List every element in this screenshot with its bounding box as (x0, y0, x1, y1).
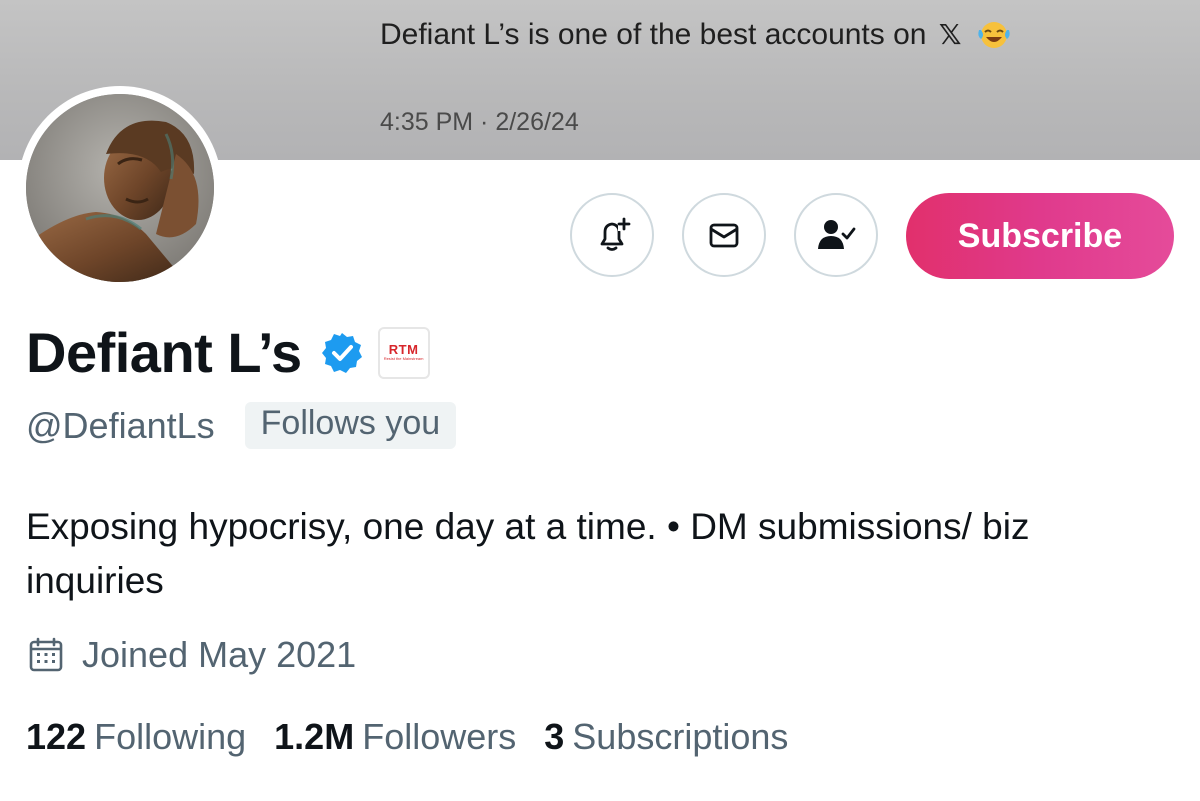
username-handle: @DefiantLs (26, 404, 215, 446)
avatar[interactable] (18, 86, 222, 290)
following-count: 122 (26, 716, 87, 757)
following-label: Following (94, 716, 247, 757)
statue-portrait-icon (26, 94, 214, 282)
banner-timestamp: 4:35 PM · 2/26/24 (380, 108, 579, 136)
name-row: Defiant L’s RTM Resist the Mainstream (26, 320, 430, 385)
message-button[interactable] (682, 193, 766, 277)
joined-date-row: Joined May 2021 (26, 634, 356, 676)
avatar-image (26, 94, 214, 282)
followers-link[interactable]: 1.2M Followers (274, 716, 516, 758)
followers-count: 1.2M (274, 716, 355, 757)
subscribe-button[interactable]: Subscribe (906, 193, 1174, 279)
profile-bio: Exposing hypocrisy, one day at a time. •… (26, 506, 1030, 601)
affiliate-badge-label: RTM (388, 342, 419, 357)
notifications-button[interactable] (570, 193, 654, 277)
handle-row: @DefiantLs Follows you (26, 402, 457, 449)
banner-tweet-text: Defiant L’s is one of the best accounts … (380, 18, 1012, 52)
subscriptions-link[interactable]: 3 Subscriptions (544, 716, 788, 758)
following-link[interactable]: 122 Following (26, 716, 246, 758)
subscriptions-count: 3 (544, 716, 565, 757)
calendar-icon (29, 637, 63, 672)
verified-badge-icon[interactable] (320, 331, 364, 375)
laughing-tears-emoji-icon (978, 22, 1010, 48)
profile-stats: 122 Following 1.2M Followers 3 Subscription… (26, 716, 816, 758)
envelope-icon (709, 223, 739, 248)
x-logo-icon: 𝕏 (938, 19, 962, 50)
affiliate-badge-sub: Resist the Mainstream (383, 356, 424, 361)
banner-tweet-body: Defiant L’s is one of the best accounts … (380, 18, 927, 51)
person-check-icon (818, 220, 856, 249)
bell-plus-icon (600, 217, 631, 251)
following-button[interactable] (794, 193, 878, 277)
subscriptions-label: Subscriptions (572, 716, 789, 757)
followers-label: Followers (362, 716, 517, 757)
display-name: Defiant L’s (26, 321, 302, 384)
joined-date: Joined May 2021 (82, 634, 357, 675)
follows-you-badge: Follows you (244, 402, 457, 449)
affiliate-badge[interactable]: RTM Resist the Mainstream (377, 326, 430, 379)
